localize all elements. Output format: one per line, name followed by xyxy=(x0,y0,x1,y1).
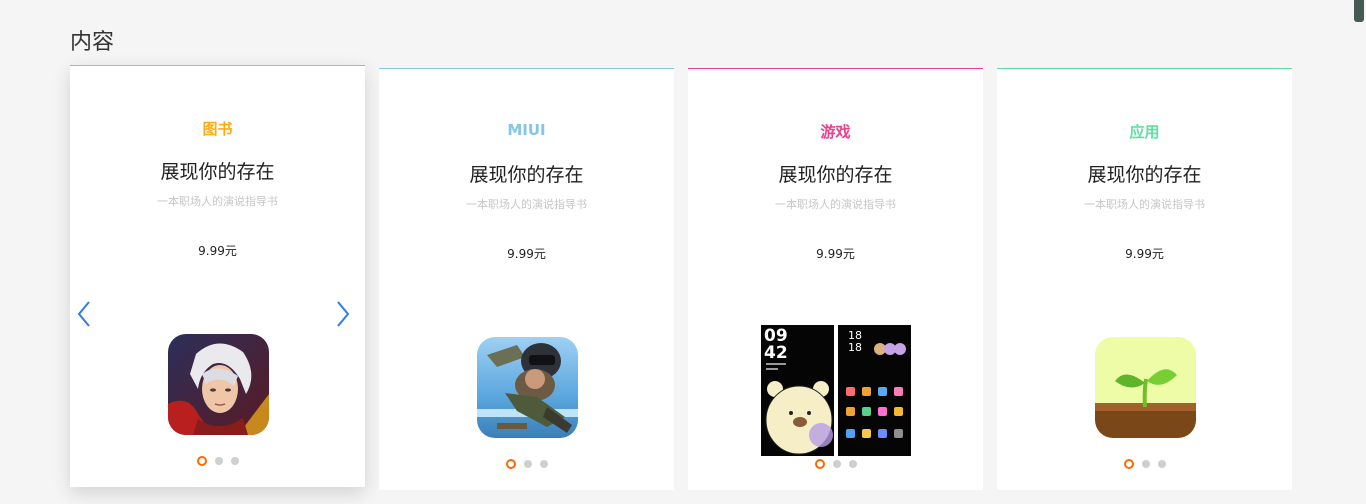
next-arrow-button[interactable] xyxy=(335,299,351,329)
carousel-dot-2[interactable] xyxy=(1141,460,1150,468)
content-cards: 图书 展现你的存在 一本职场人的演说指导书 9.99元 MIUI 展现你的存在 … xyxy=(70,65,1292,490)
card-category: 应用 xyxy=(1129,123,1160,141)
card-category: MIUI xyxy=(507,121,546,139)
carousel-dots xyxy=(70,456,365,466)
card-game[interactable]: 游戏 展现你的存在 一本职场人的演说指导书 9.99元 09 42 18 18 xyxy=(688,68,983,490)
carousel-dots xyxy=(688,459,983,469)
game-hero-app-icon[interactable] xyxy=(168,334,269,435)
clock-minute: 18 xyxy=(848,341,862,354)
theme-screen-right: 18 18 xyxy=(838,325,911,456)
card-description: 一本职场人的演说指导书 xyxy=(157,195,278,208)
carousel-dots xyxy=(379,459,674,469)
section-title: 内容 xyxy=(70,30,115,55)
card-book[interactable]: 图书 展现你的存在 一本职场人的演说指导书 9.99元 xyxy=(70,65,365,487)
carousel-dot-3[interactable] xyxy=(848,460,857,468)
card-title: 展现你的存在 xyxy=(1087,164,1202,186)
card-price: 9.99元 xyxy=(1125,247,1164,261)
card-title: 展现你的存在 xyxy=(469,164,584,186)
card-title: 展现你的存在 xyxy=(778,164,893,186)
carousel-dot-1[interactable] xyxy=(196,456,207,466)
carousel-dot-1[interactable] xyxy=(505,459,516,469)
carousel-dot-3[interactable] xyxy=(1157,460,1166,468)
sprout-app-icon[interactable] xyxy=(1095,337,1196,438)
card-price: 9.99元 xyxy=(198,244,237,258)
prev-arrow-button[interactable] xyxy=(76,299,92,329)
card-description: 一本职场人的演说指导书 xyxy=(775,198,896,211)
carousel-dot-2[interactable] xyxy=(214,457,223,465)
carousel-dot-1[interactable] xyxy=(1123,459,1134,469)
carousel-dot-2[interactable] xyxy=(832,460,841,468)
card-description: 一本职场人的演说指导书 xyxy=(1084,198,1205,211)
carousel-dot-3[interactable] xyxy=(230,457,239,465)
card-price: 9.99元 xyxy=(507,247,546,261)
carousel-dot-1[interactable] xyxy=(814,459,825,469)
carousel-dots xyxy=(997,459,1292,469)
scrollbar-thumb[interactable] xyxy=(1354,0,1364,22)
theme-screen-left: 09 42 xyxy=(761,325,834,456)
card-category: 游戏 xyxy=(820,123,851,141)
card-description: 一本职场人的演说指导书 xyxy=(466,198,587,211)
card-category: 图书 xyxy=(202,120,233,138)
chevron-right-icon xyxy=(337,301,350,327)
clock-minute: 42 xyxy=(764,343,788,363)
bear-theme-screens[interactable]: 09 42 18 18 xyxy=(761,325,911,456)
carousel-dot-2[interactable] xyxy=(523,460,532,468)
chevron-left-icon xyxy=(77,301,90,327)
card-price: 9.99元 xyxy=(816,247,855,261)
carousel-dot-3[interactable] xyxy=(539,460,548,468)
card-miui[interactable]: MIUI 展现你的存在 一本职场人的演说指导书 9.99元 xyxy=(379,68,674,490)
soldier-game-app-icon[interactable] xyxy=(477,337,578,438)
card-title: 展现你的存在 xyxy=(160,161,275,183)
card-app[interactable]: 应用 展现你的存在 一本职场人的演说指导书 9.99元 xyxy=(997,68,1292,490)
